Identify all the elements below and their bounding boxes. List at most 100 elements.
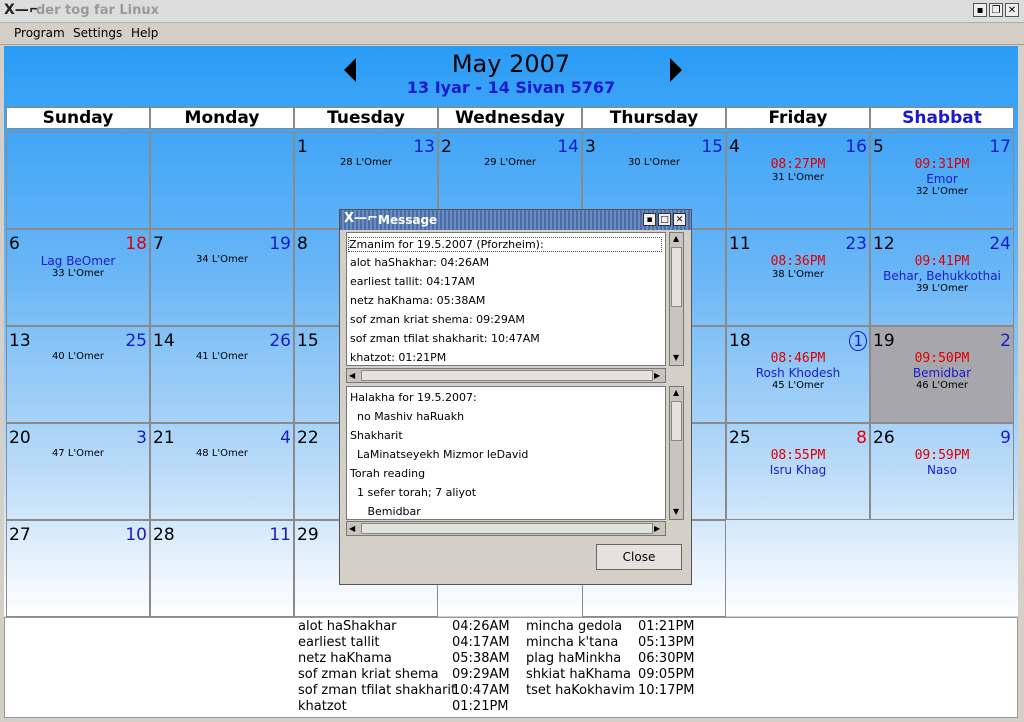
calendar-day-cell[interactable]: 13 25 40 L'Omer	[6, 326, 150, 423]
zman-name: netz haKhama	[298, 651, 392, 666]
hebrew-date: 17	[989, 137, 1011, 157]
gregorian-date: 20	[9, 428, 31, 448]
calendar-day-cell[interactable]: 11 23 08:36PM 38 L'Omer	[726, 229, 870, 326]
omer-count: 46 L'Omer	[915, 380, 969, 391]
gregorian-date: 29	[297, 525, 319, 545]
zman-name: mincha k'tana	[526, 635, 619, 650]
zman-name: shkiat haKhama	[526, 667, 631, 682]
list-item[interactable]: Bemidbar	[350, 505, 420, 518]
hebrew-date: 24	[989, 234, 1011, 254]
calendar-day-cell[interactable]: 12 24 09:41PM Behar, Behukkothai 39 L'Omer	[870, 229, 1014, 326]
calendar-day-cell[interactable]: 25 8 08:55PM Isru Khag	[726, 423, 870, 520]
list-item[interactable]: Halakha for 19.5.2007:	[350, 391, 477, 404]
hebrew-date: 25	[125, 331, 147, 351]
scroll-left-arrow-icon[interactable]: ◀	[349, 524, 355, 534]
gregorian-date: 18	[729, 331, 751, 351]
zman-time: 01:21PM	[638, 619, 695, 634]
calendar-empty-cell	[6, 132, 150, 229]
dialog-title: Message	[378, 213, 438, 227]
hebrew-date: 11	[269, 525, 291, 545]
dialog-minimize-button[interactable]: ▪	[643, 213, 656, 226]
day-header-shabbat: Shabbat	[870, 107, 1014, 129]
zmanim-vertical-scrollbar[interactable]: ▲ ▼	[669, 232, 684, 366]
list-item[interactable]: alot haShakhar: 04:26AM	[350, 256, 489, 269]
scroll-thumb[interactable]	[671, 247, 682, 307]
dialog-maximize-button[interactable]: □	[658, 213, 671, 226]
scroll-thumb[interactable]	[361, 523, 653, 534]
menu-settings[interactable]: Settings	[73, 26, 122, 40]
zman-time: 05:13PM	[638, 635, 695, 650]
zman-name: sof zman kriat shema	[298, 667, 439, 682]
halakha-horizontal-scrollbar[interactable]: ◀ ▶	[346, 521, 666, 536]
zmanim-horizontal-scrollbar[interactable]: ◀ ▶	[346, 368, 666, 383]
scroll-thumb[interactable]	[671, 401, 682, 441]
hebrew-date: 8	[856, 428, 867, 448]
dialog-titlebar[interactable]: X—⌐ Message ▪ □ ✕	[340, 210, 691, 230]
omer-count: 45 L'Omer	[771, 380, 825, 391]
calendar-day-cell[interactable]: 14 26 41 L'Omer	[150, 326, 294, 423]
calendar-empty-cell	[150, 132, 294, 229]
gregorian-date: 4	[729, 137, 740, 157]
event-label: Naso	[927, 463, 957, 477]
omer-count: 41 L'Omer	[195, 351, 249, 362]
omer-count: 28 L'Omer	[339, 157, 393, 168]
candle-lighting-time: 09:50PM	[914, 351, 970, 366]
calendar-day-cell[interactable]: 20 3 47 L'Omer	[6, 423, 150, 520]
calendar-day-cell[interactable]: 6 18 Lag BeOmer 33 L'Omer	[6, 229, 150, 326]
menu-program[interactable]: Program	[14, 26, 65, 40]
scroll-right-arrow-icon[interactable]: ▶	[654, 371, 660, 381]
gregorian-date: 6	[9, 234, 20, 254]
list-item[interactable]: Zmanim for 19.5.2007 (Pforzheim):	[348, 237, 662, 252]
close-button[interactable]: Close	[596, 544, 682, 570]
gregorian-date: 21	[153, 428, 175, 448]
scroll-thumb[interactable]	[361, 370, 653, 381]
scroll-left-arrow-icon[interactable]: ◀	[349, 371, 355, 381]
close-window-button[interactable]: ✕	[1005, 3, 1019, 17]
window-titlebar[interactable]: X—⌐ der tog far Linux ▪ ❐ ✕	[0, 0, 1024, 23]
calendar-day-cell[interactable]: 4 16 08:27PM 31 L'Omer	[726, 132, 870, 229]
list-item[interactable]: LaMinatseyekh Mizmor leDavid	[350, 448, 528, 461]
message-dialog: X—⌐ Message ▪ □ ✕ Zmanim for 19.5.2007 (…	[339, 209, 692, 585]
list-item[interactable]: earliest tallit: 04:17AM	[350, 275, 475, 288]
calendar-day-cell[interactable]: 18 1 08:46PM Rosh Khodesh 45 L'Omer	[726, 326, 870, 423]
list-item[interactable]: netz haKhama: 05:38AM	[350, 294, 485, 307]
zman-time: 06:30PM	[638, 651, 695, 666]
gregorian-date: 7	[153, 234, 164, 254]
scroll-up-arrow-icon[interactable]: ▲	[673, 388, 679, 398]
list-item[interactable]: sof zman kriat shema: 09:29AM	[350, 313, 525, 326]
candle-lighting-time: 09:59PM	[914, 448, 970, 463]
list-item[interactable]: 1 sefer torah; 7 aliyot	[350, 486, 476, 499]
halakha-listbox[interactable]: Halakha for 19.5.2007: no Mashiv haRuakh…	[346, 386, 666, 520]
gregorian-date: 2	[441, 137, 452, 157]
event-label: Behar, Behukkothai	[883, 269, 1001, 283]
list-item[interactable]: Shakharit	[350, 429, 403, 442]
calendar-day-cell[interactable]: 7 19 34 L'Omer	[150, 229, 294, 326]
list-item[interactable]: no Mashiv haRuakh	[350, 410, 464, 423]
calendar-day-cell[interactable]: 26 9 09:59PM Naso	[870, 423, 1014, 520]
menu-help[interactable]: Help	[131, 26, 158, 40]
zmanim-listbox[interactable]: Zmanim for 19.5.2007 (Pforzheim): alot ha…	[346, 232, 666, 366]
x-logo-icon: X—⌐	[344, 211, 378, 226]
scroll-down-arrow-icon[interactable]: ▼	[673, 353, 679, 363]
scroll-down-arrow-icon[interactable]: ▼	[673, 507, 679, 517]
hebrew-date: 26	[269, 331, 291, 351]
halakha-vertical-scrollbar[interactable]: ▲ ▼	[669, 386, 684, 520]
calendar-day-cell[interactable]: 5 17 09:31PM Emor 32 L'Omer	[870, 132, 1014, 229]
calendar-day-cell[interactable]: 19 2 09:50PM Bemidbar 46 L'Omer	[870, 326, 1014, 423]
dialog-close-button[interactable]: ✕	[673, 213, 686, 226]
hebrew-date: 4	[280, 428, 291, 448]
calendar-day-cell[interactable]: 21 4 48 L'Omer	[150, 423, 294, 520]
gregorian-date: 11	[729, 234, 751, 254]
calendar-day-cell[interactable]: 28 11	[150, 520, 294, 617]
list-item[interactable]: sof zman tfilat shakharit: 10:47AM	[350, 332, 540, 345]
list-item[interactable]: Torah reading	[350, 467, 425, 480]
gregorian-date: 28	[153, 525, 175, 545]
calendar-day-cell[interactable]: 27 10	[6, 520, 150, 617]
hebrew-date: 15	[701, 137, 723, 157]
scroll-right-arrow-icon[interactable]: ▶	[654, 524, 660, 534]
minimize-button[interactable]: ▪	[973, 3, 987, 17]
maximize-button[interactable]: ❐	[989, 3, 1003, 17]
list-item[interactable]: khatzot: 01:21PM	[350, 351, 446, 364]
hebrew-date: 3	[136, 428, 147, 448]
scroll-up-arrow-icon[interactable]: ▲	[673, 234, 679, 244]
